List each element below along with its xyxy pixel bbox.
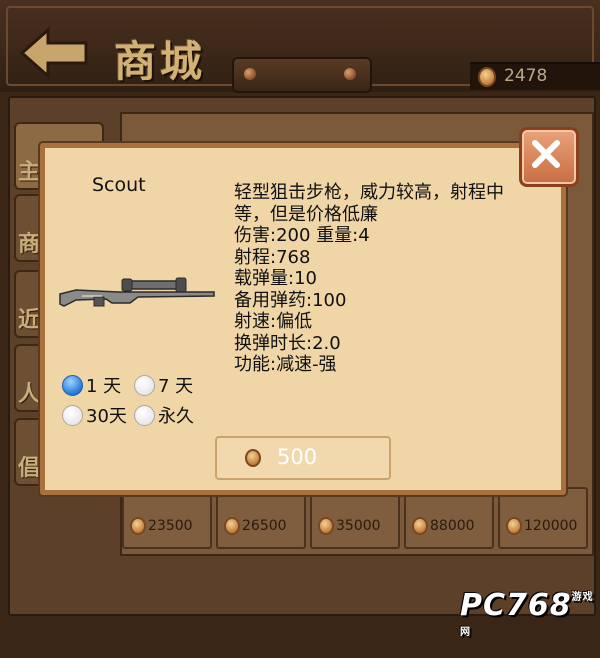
coin-icon <box>478 67 496 87</box>
shop-item-card[interactable]: 88000 <box>404 487 494 549</box>
duration-option-7-day[interactable]: 7 天 <box>134 372 193 398</box>
watermark-text: PC768 <box>460 588 572 623</box>
description-line: 载弹量:10 <box>234 268 317 289</box>
description-line: 射速:偏低 <box>234 311 313 332</box>
coin-icon <box>245 449 261 467</box>
sniper-rifle-icon <box>59 277 215 307</box>
buy-button[interactable]: 500 <box>215 436 391 480</box>
back-arrow-icon[interactable] <box>18 26 90 80</box>
radio-icon <box>62 404 83 426</box>
description-line: 功能:减速-强 <box>234 354 337 375</box>
title-plate <box>232 57 372 93</box>
shop-item-price: 120000 <box>524 518 578 534</box>
duration-option-30-day[interactable]: 30天 <box>62 402 127 428</box>
coin-icon <box>506 517 522 535</box>
duration-label: 30天 <box>86 406 127 427</box>
radio-icon <box>134 374 155 396</box>
description-line: 备用弹药:100 <box>234 289 347 311</box>
coin-icon <box>412 517 428 535</box>
description-line: 轻型狙击步枪，威力较高，射程中等，但是价格低廉 <box>234 182 504 225</box>
shop-item-price: 88000 <box>430 518 475 534</box>
description-line: 伤害:200 重量:4 <box>234 225 370 246</box>
category-tab-label: 主 <box>18 160 41 185</box>
item-description: 轻型狙击步枪，威力较高，射程中等，但是价格低廉 伤害:200 重量:4 射程:7… <box>234 182 534 376</box>
description-line: 换弹时长:2.0 <box>234 332 341 354</box>
shop-item-price: 35000 <box>336 518 381 534</box>
category-tab-label: 商 <box>18 232 41 257</box>
coin-icon <box>224 517 240 535</box>
watermark: PC768游戏网 <box>460 588 600 658</box>
shop-item-price: 23500 <box>148 518 193 534</box>
shop-item-price: 26500 <box>242 518 287 534</box>
duration-label: 1 天 <box>86 376 122 397</box>
top-bar: 商城 2478 <box>0 0 600 95</box>
coin-icon <box>130 517 146 535</box>
shop-item-card[interactable]: 26500 <box>216 487 306 549</box>
duration-option-1-day[interactable]: 1 天 <box>62 372 121 398</box>
close-button[interactable] <box>519 127 579 187</box>
category-tab-label: 近 <box>18 308 41 333</box>
radio-icon <box>62 374 83 396</box>
duration-option-permanent[interactable]: 永久 <box>134 402 194 428</box>
close-icon <box>532 140 560 168</box>
coin-icon <box>318 517 334 535</box>
duration-label: 永久 <box>158 406 194 427</box>
coin-balance: 2478 <box>470 62 600 90</box>
buy-price: 500 <box>277 445 318 469</box>
category-tab-label: 人 <box>18 382 41 407</box>
radio-icon <box>134 404 155 426</box>
shop-item-card[interactable]: 120000 <box>498 487 588 549</box>
shop-item-card[interactable]: 35000 <box>310 487 400 549</box>
description-line: 射程:768 <box>234 246 311 268</box>
shop-item-card[interactable]: 23500 <box>122 487 212 549</box>
item-name: Scout <box>92 174 146 196</box>
coin-balance-value: 2478 <box>504 66 548 86</box>
category-tab-label: 倡 <box>18 456 41 481</box>
page-title: 商城 <box>114 37 207 86</box>
duration-label: 7 天 <box>158 376 194 397</box>
